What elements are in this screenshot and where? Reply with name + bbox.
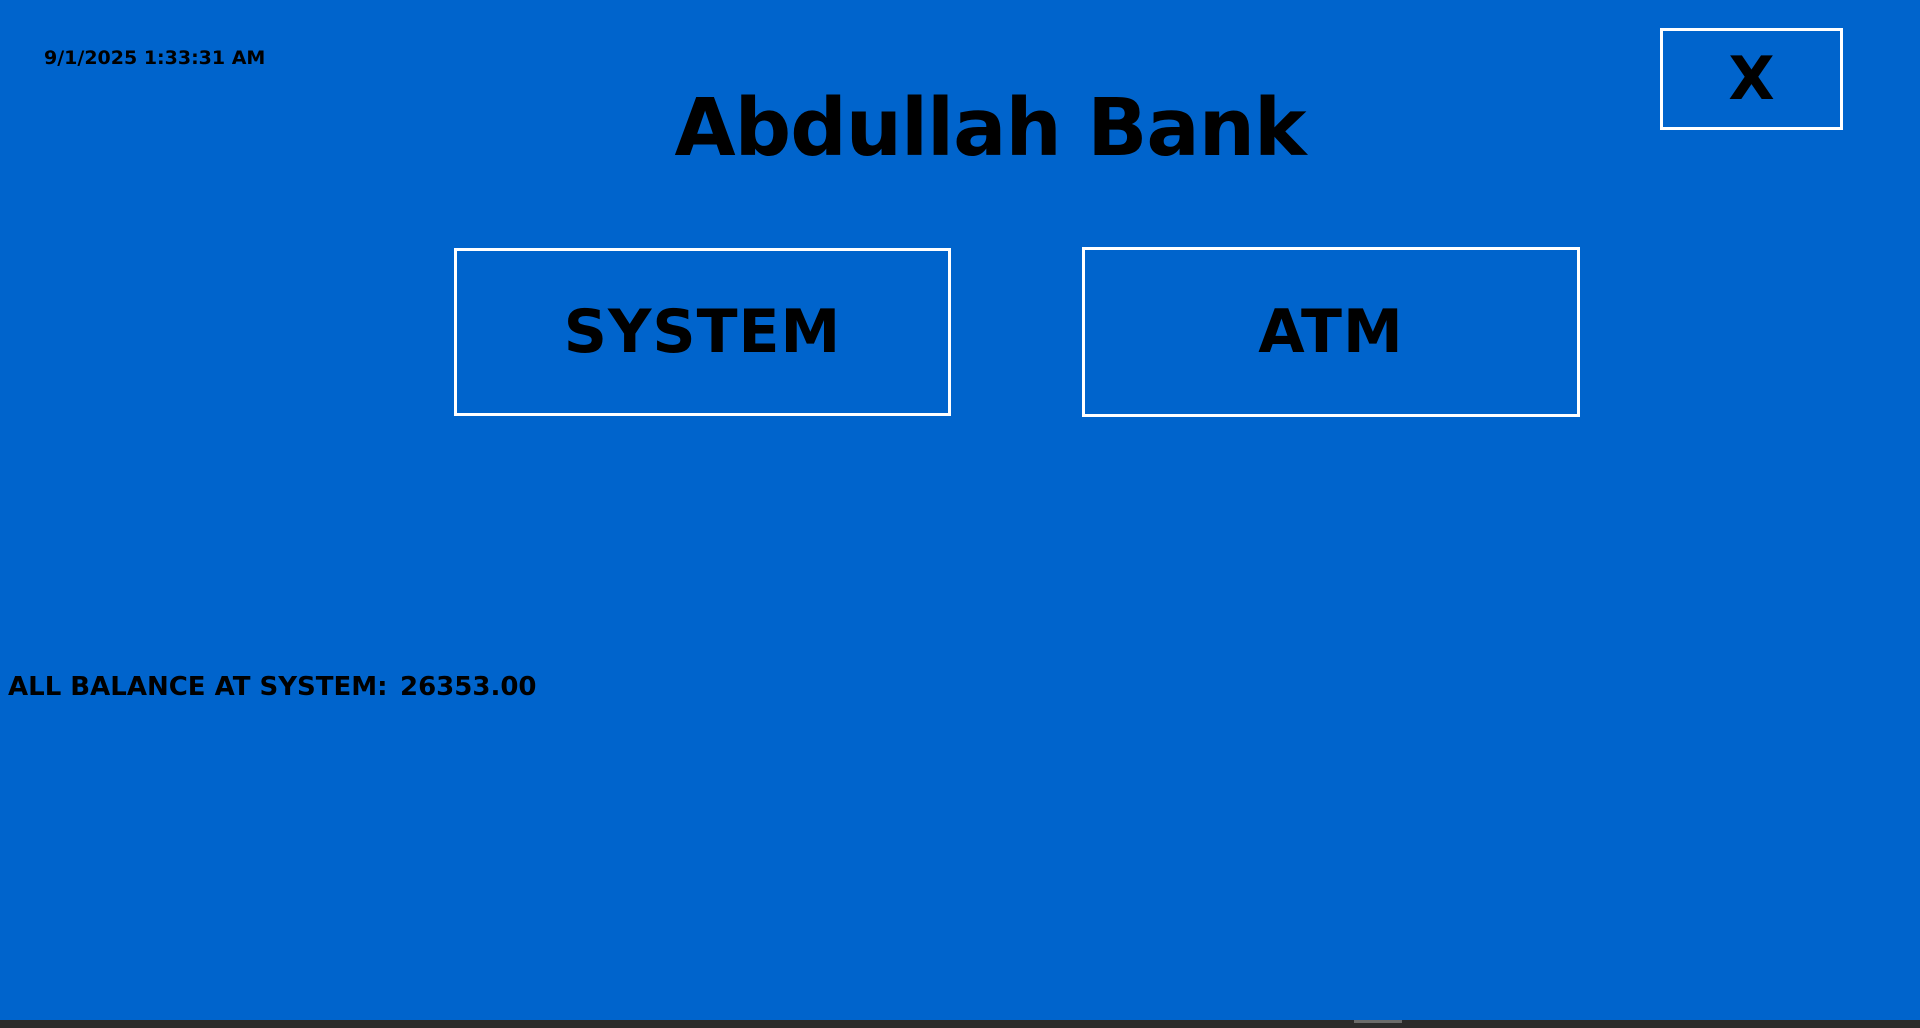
taskbar-strip (0, 1020, 1920, 1028)
system-button-label: SYSTEM (563, 297, 842, 367)
close-button-label: X (1728, 44, 1775, 114)
datetime-label: 9/1/2025 1:33:31 AM (44, 47, 266, 69)
close-button[interactable]: X (1660, 28, 1843, 130)
atm-button-label: ATM (1258, 297, 1404, 367)
page-title: Abdullah Bank (674, 82, 1307, 174)
atm-button[interactable]: ATM (1082, 247, 1580, 417)
system-button[interactable]: SYSTEM (454, 248, 951, 416)
balance-label: ALL BALANCE AT SYSTEM: (8, 672, 388, 702)
balance-value: 26353.00 (400, 672, 537, 702)
bank-main-window: 9/1/2025 1:33:31 AM Abdullah Bank X SYST… (0, 0, 1920, 1020)
taskbar-marker (1354, 1020, 1402, 1023)
